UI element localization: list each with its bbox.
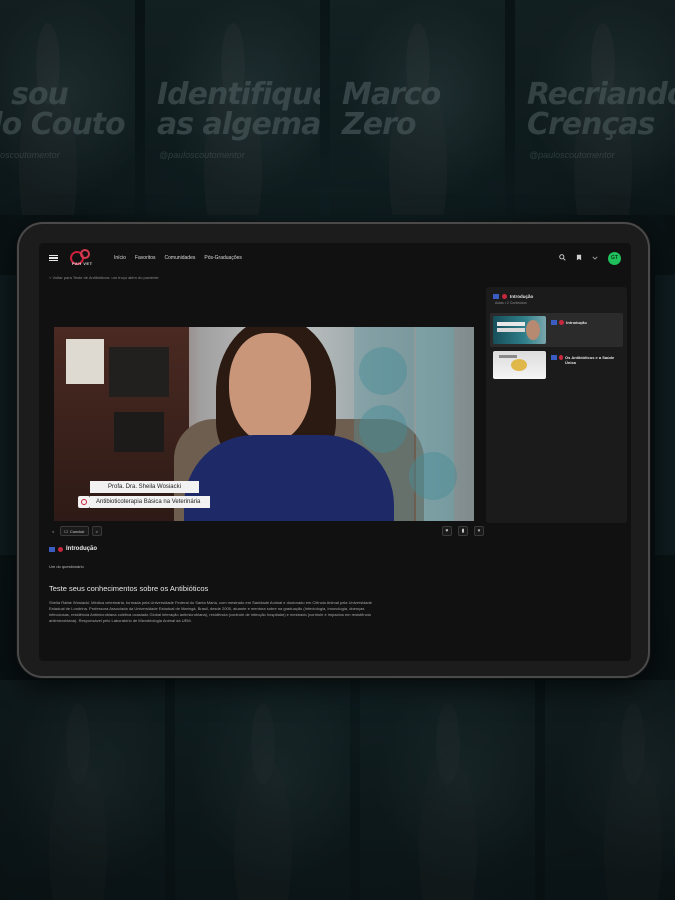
app-screen: PAH VET Início Favoritos Comunidades Pós…: [39, 243, 631, 661]
record-icon: [559, 320, 565, 325]
next-label: >: [95, 528, 98, 534]
video-glass-circle: [359, 405, 407, 453]
course-name: Antibioticoterapia Básica na Veterinária: [90, 496, 211, 508]
next-lesson-button[interactable]: >: [91, 526, 102, 536]
complete-lesson-button[interactable]: ☐ Concluir: [60, 526, 89, 536]
poster-handle: @pauloscoutomentor: [0, 150, 60, 160]
poster: a, sou ulo Couto @pauloscoutomentor: [0, 0, 135, 215]
top-navbar: PAH VET Início Favoritos Comunidades Pós…: [39, 243, 631, 273]
poster-title: Identifique as algemas: [157, 77, 320, 142]
flag-icon: [49, 546, 55, 552]
app-store-screenshot: a, sou ulo Couto @pauloscoutomentor Iden…: [0, 0, 675, 900]
module-title: Introdução: [510, 294, 534, 299]
module-header[interactable]: Introdução Aulas • 2 Conteúdos: [493, 294, 533, 305]
bookmark-icon[interactable]: [576, 254, 582, 263]
lesson-controls: < ☐ Concluir > ♥ ▮ ▾: [49, 525, 484, 537]
chevron-down-icon[interactable]: [592, 255, 598, 262]
check-icon: ☐: [64, 528, 68, 534]
background-posters-bottom: [0, 680, 675, 900]
course-badge-icon: [78, 496, 90, 508]
avatar[interactable]: GT: [608, 251, 621, 265]
sidebar-lesson-item[interactable]: Introdução: [490, 313, 623, 347]
heart-icon[interactable]: ♥: [442, 526, 452, 536]
previous-lesson-button[interactable]: <: [49, 526, 57, 536]
video-player[interactable]: Profa. Dra. Sheila Wosiacki Antibioticot…: [54, 327, 474, 521]
poster-title: Recriando Crenças: [527, 77, 675, 142]
record-icon: [58, 546, 63, 552]
nav-link-inicio[interactable]: Início: [114, 255, 126, 261]
expand-icon[interactable]: ▾: [474, 526, 484, 536]
lesson-thumbnail: [493, 316, 547, 344]
poster-handle: @pauloscoutomentor: [529, 150, 615, 160]
search-icon[interactable]: [559, 253, 566, 263]
nav-link-favoritos[interactable]: Favoritos: [135, 255, 156, 261]
nav-link-pos-graduacoes[interactable]: Pós-Graduações: [204, 255, 242, 261]
module-subtitle: Aulas • 2 Conteúdos: [495, 301, 527, 305]
lesson-title-row: Introdução: [49, 546, 97, 552]
bookmark-icon[interactable]: ▮: [458, 526, 468, 536]
tablet-frame: PAH VET Início Favoritos Comunidades Pós…: [17, 222, 650, 678]
nav-link-comunidades[interactable]: Comunidades: [165, 255, 196, 261]
record-icon: [502, 294, 507, 299]
video-glass-circle: [359, 347, 407, 395]
sidebar-lesson-item[interactable]: Os Antibióticos e a Saúde Única: [490, 348, 623, 382]
flag-icon: [551, 320, 558, 325]
presenter-body: [184, 435, 394, 521]
flag-icon: [493, 294, 499, 299]
background-posters-top: a, sou ulo Couto @pauloscoutomentor Iden…: [0, 0, 675, 215]
complete-label: Concluir: [69, 528, 85, 534]
flag-icon: [551, 355, 557, 360]
lesson-title: Introdução: [66, 546, 97, 552]
menu-icon[interactable]: [49, 254, 58, 262]
poster: [545, 680, 675, 900]
presenter-name: Profa. Dra. Sheila Wosiacki: [90, 481, 199, 493]
lesson-item-label: Introdução: [566, 320, 587, 325]
video-lower-third: Profa. Dra. Sheila Wosiacki Antibioticot…: [78, 475, 211, 508]
presenter-face: [229, 333, 311, 443]
lesson-description: Sheila Rafae Wosiacki. Médica veterinári…: [49, 600, 372, 623]
poster: [360, 680, 535, 900]
background-strip: [655, 275, 675, 555]
logo-text: PAH VET: [72, 261, 93, 266]
lesson-item-label: Os Antibióticos e a Saúde Única: [565, 355, 615, 365]
poster: [0, 680, 165, 900]
poster-title: Marco Zero: [342, 77, 441, 142]
avatar-initials: GT: [611, 255, 618, 261]
record-icon: [558, 355, 564, 360]
video-glass-circle: [409, 452, 457, 500]
poster-handle: @pauloscoutomentor: [159, 150, 245, 160]
lesson-thumbnail: [493, 351, 547, 379]
breadcrumb[interactable]: < Voltar para Teste de Antibióticos: um …: [49, 275, 159, 280]
lesson-heading: Teste seus conhecimentos sobre os Antibi…: [49, 584, 209, 593]
lesson-subtitle: Um do questionário: [49, 564, 84, 569]
brand-logo[interactable]: PAH VET: [68, 248, 102, 268]
lesson-sidebar: Introdução Aulas • 2 Conteúdos Introduçã…: [486, 287, 627, 523]
poster: Recriando Crenças @pauloscoutomentor: [515, 0, 675, 215]
poster: Marco Zero: [330, 0, 505, 215]
poster: [175, 680, 350, 900]
poster: Identifique as algemas @pauloscoutomento…: [145, 0, 320, 215]
poster-title: a, sou ulo Couto: [0, 77, 126, 142]
prev-label: <: [52, 528, 55, 534]
